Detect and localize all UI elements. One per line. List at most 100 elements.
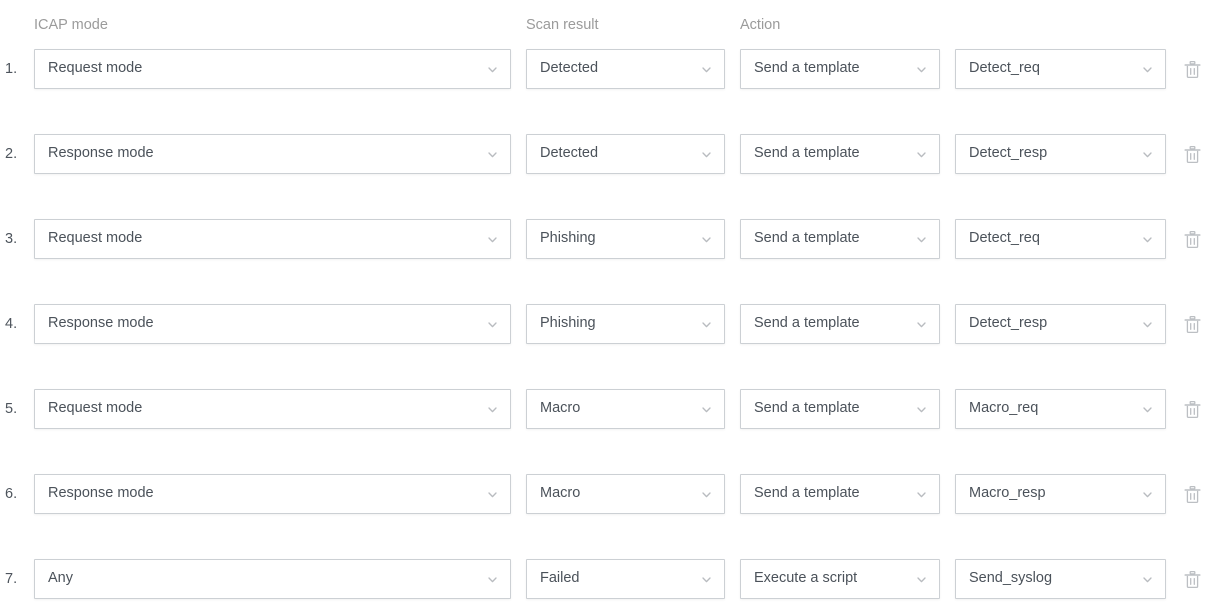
table-row: 6. Response mode Macro Send a template xyxy=(0,474,1213,515)
template-select[interactable]: Detect_req xyxy=(955,49,1166,89)
chevron-down-icon xyxy=(700,63,713,76)
delete-row-button[interactable] xyxy=(1181,399,1203,421)
template-select[interactable]: Macro_req xyxy=(955,389,1166,429)
action-value: Send a template xyxy=(754,146,860,162)
chevron-down-icon xyxy=(700,488,713,501)
icap-mode-select[interactable]: Request mode xyxy=(34,219,511,259)
scan-result-select[interactable]: Phishing xyxy=(526,219,725,259)
icap-mode-value: Response mode xyxy=(48,316,154,332)
template-value: Detect_req xyxy=(969,61,1040,77)
action-select[interactable]: Send a template xyxy=(740,49,940,89)
chevron-down-icon xyxy=(1141,233,1154,246)
chevron-down-icon xyxy=(486,63,499,76)
icap-mode-select[interactable]: Response mode xyxy=(34,474,511,514)
delete-row-button[interactable] xyxy=(1181,144,1203,166)
chevron-down-icon xyxy=(1141,318,1154,331)
template-select[interactable]: Macro_resp xyxy=(955,474,1166,514)
chevron-down-icon xyxy=(1141,148,1154,161)
chevron-down-icon xyxy=(486,318,499,331)
template-value: Detect_resp xyxy=(969,316,1047,332)
trash-icon xyxy=(1183,145,1202,165)
trash-icon xyxy=(1183,230,1202,250)
chevron-down-icon xyxy=(700,403,713,416)
icap-mode-value: Response mode xyxy=(48,146,154,162)
icap-mode-select[interactable]: Request mode xyxy=(34,389,511,429)
row-number: 4. xyxy=(5,304,29,345)
table-column-headers: ICAP mode Scan result Action xyxy=(0,0,1213,40)
trash-icon xyxy=(1183,315,1202,335)
chevron-down-icon xyxy=(915,573,928,586)
chevron-down-icon xyxy=(486,488,499,501)
scan-result-value: Detected xyxy=(540,61,598,77)
row-number: 3. xyxy=(5,219,29,260)
scan-result-select[interactable]: Macro xyxy=(526,474,725,514)
template-value: Detect_req xyxy=(969,231,1040,247)
row-number: 5. xyxy=(5,389,29,430)
template-select[interactable]: Send_syslog xyxy=(955,559,1166,599)
icap-mode-select[interactable]: Response mode xyxy=(34,304,511,344)
chevron-down-icon xyxy=(915,63,928,76)
action-select[interactable]: Send a template xyxy=(740,474,940,514)
chevron-down-icon xyxy=(915,403,928,416)
row-number: 2. xyxy=(5,134,29,175)
action-select[interactable]: Execute a script xyxy=(740,559,940,599)
row-number: 6. xyxy=(5,474,29,515)
table-row: 2. Response mode Detected Send a templat… xyxy=(0,134,1213,175)
chevron-down-icon xyxy=(915,233,928,246)
action-select[interactable]: Send a template xyxy=(740,134,940,174)
column-header-action: Action xyxy=(740,18,780,33)
scan-result-select[interactable]: Detected xyxy=(526,49,725,89)
table-row: 7. Any Failed Execute a script xyxy=(0,559,1213,600)
row-number: 1. xyxy=(5,49,29,90)
icap-mode-select[interactable]: Response mode xyxy=(34,134,511,174)
icap-mode-select[interactable]: Any xyxy=(34,559,511,599)
icap-mode-value: Response mode xyxy=(48,486,154,502)
scan-result-select[interactable]: Failed xyxy=(526,559,725,599)
scan-result-select[interactable]: Macro xyxy=(526,389,725,429)
chevron-down-icon xyxy=(915,488,928,501)
action-value: Send a template xyxy=(754,231,860,247)
column-header-icap-mode: ICAP mode xyxy=(34,18,108,33)
chevron-down-icon xyxy=(1141,403,1154,416)
delete-row-button[interactable] xyxy=(1181,484,1203,506)
icap-mode-value: Any xyxy=(48,571,73,587)
template-value: Send_syslog xyxy=(969,571,1052,587)
chevron-down-icon xyxy=(915,318,928,331)
scan-result-value: Phishing xyxy=(540,316,596,332)
scan-result-select[interactable]: Phishing xyxy=(526,304,725,344)
scan-result-value: Detected xyxy=(540,146,598,162)
chevron-down-icon xyxy=(700,233,713,246)
icap-rules-table: ICAP mode Scan result Action 1. Request … xyxy=(0,0,1213,608)
delete-row-button[interactable] xyxy=(1181,314,1203,336)
delete-row-button[interactable] xyxy=(1181,569,1203,591)
template-select[interactable]: Detect_resp xyxy=(955,134,1166,174)
template-select[interactable]: Detect_resp xyxy=(955,304,1166,344)
column-header-scan-result: Scan result xyxy=(526,18,599,33)
scan-result-value: Phishing xyxy=(540,231,596,247)
chevron-down-icon xyxy=(1141,573,1154,586)
template-value: Macro_resp xyxy=(969,486,1046,502)
chevron-down-icon xyxy=(700,318,713,331)
trash-icon xyxy=(1183,400,1202,420)
action-value: Send a template xyxy=(754,316,860,332)
trash-icon xyxy=(1183,485,1202,505)
icap-mode-value: Request mode xyxy=(48,401,142,417)
action-select[interactable]: Send a template xyxy=(740,389,940,429)
action-select[interactable]: Send a template xyxy=(740,219,940,259)
chevron-down-icon xyxy=(486,573,499,586)
action-select[interactable]: Send a template xyxy=(740,304,940,344)
trash-icon xyxy=(1183,570,1202,590)
template-select[interactable]: Detect_req xyxy=(955,219,1166,259)
action-value: Send a template xyxy=(754,61,860,77)
chevron-down-icon xyxy=(486,148,499,161)
scan-result-select[interactable]: Detected xyxy=(526,134,725,174)
scan-result-value: Macro xyxy=(540,401,580,417)
scan-result-value: Macro xyxy=(540,486,580,502)
scan-result-value: Failed xyxy=(540,571,580,587)
delete-row-button[interactable] xyxy=(1181,229,1203,251)
icap-mode-select[interactable]: Request mode xyxy=(34,49,511,89)
delete-row-button[interactable] xyxy=(1181,59,1203,81)
action-value: Execute a script xyxy=(754,571,857,587)
icap-mode-value: Request mode xyxy=(48,231,142,247)
template-value: Macro_req xyxy=(969,401,1038,417)
